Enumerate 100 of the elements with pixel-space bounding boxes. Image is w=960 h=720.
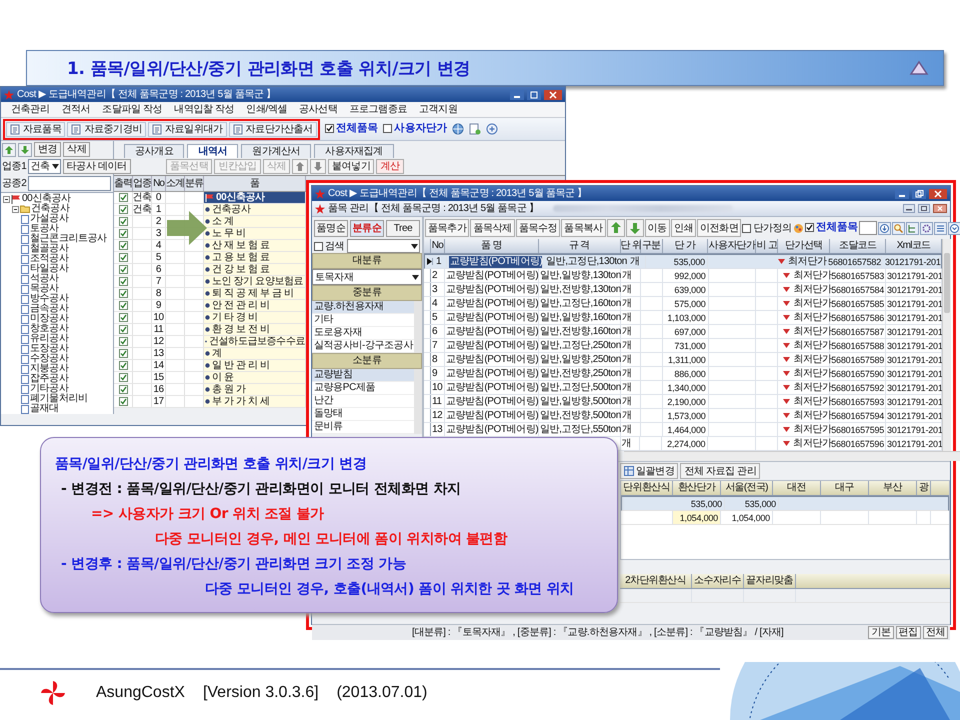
table-row[interactable]: 2 교량받침(POT베어링)일반,일방향,130ton개 992,000 최저단가56801657583 30121791-201 [424, 269, 942, 283]
checkbox[interactable] [118, 241, 128, 250]
tree-item[interactable]: 골재대 [30, 404, 59, 414]
price-choice-dropdown[interactable]: 최저단가 [779, 340, 832, 352]
list-item[interactable]: 도로용자재 [312, 327, 414, 340]
maximize-icon[interactable] [527, 90, 541, 100]
tree-item[interactable]: 유리공사 [30, 334, 68, 344]
price-choice-dropdown[interactable]: 최저단가 [779, 312, 832, 324]
list-icon[interactable] [934, 222, 948, 234]
table-row[interactable]: 1,054,000 1,054,000 [621, 511, 949, 525]
view-button[interactable]: 전체 [922, 626, 948, 639]
tab[interactable]: 원가계산서 [241, 144, 312, 158]
checkbox-option[interactable]: 전체품목 [804, 222, 858, 234]
list-item[interactable]: 교량.하천용자재 [312, 301, 414, 314]
sort-tab[interactable]: 분류순 [350, 220, 384, 236]
checkbox[interactable] [742, 224, 752, 232]
scrollbar[interactable] [624, 451, 960, 461]
grid-button[interactable]: 붙여넣기 [328, 159, 374, 174]
sort-tab[interactable]: 품명순 [314, 220, 348, 236]
toolbar-button[interactable]: 품목추가 [425, 219, 470, 237]
name-cell[interactable]: 이 윤 [204, 372, 306, 383]
close-icon[interactable] [929, 188, 947, 198]
toolbar-button[interactable]: 이전화면 [697, 219, 742, 237]
list-item[interactable]: 기타 [312, 314, 414, 327]
checkbox[interactable] [324, 124, 334, 134]
add-page-icon[interactable] [469, 123, 482, 135]
menu-item[interactable]: 공사선택 [298, 104, 338, 115]
tree-icon[interactable] [906, 222, 920, 234]
price-choice-dropdown[interactable]: 최저단가 [779, 326, 832, 338]
tree-item[interactable]: 기타공사 [30, 384, 68, 394]
checkbox-option[interactable]: 단가정의 [742, 222, 792, 234]
checkbox[interactable] [118, 385, 128, 394]
down-circle-icon[interactable] [878, 222, 892, 234]
view-button[interactable]: 편집 [896, 626, 921, 639]
tree-item[interactable]: 건축공사 [31, 204, 70, 214]
list-item[interactable]: 교량용PC제품 [312, 382, 414, 395]
down-arrow-button[interactable] [626, 219, 644, 237]
table-row[interactable]: 8 교량받침(POT베어링)일반,일방향,250ton개 1,311,000 최저단가56801657589 30121791-201 [424, 353, 942, 367]
name-cell[interactable]: 계 [204, 348, 306, 359]
tab[interactable]: 일괄변경 [620, 463, 678, 479]
table-row[interactable]: 12 교량받침(POT베어링)일반,전방향,500ton개 1,573,000 최저단가56801657594 30121791-201 [424, 409, 942, 423]
name-cell[interactable]: 소 계 [204, 216, 306, 227]
name-cell[interactable]: 퇴 직 공 제 부 금 비 [204, 288, 306, 299]
name-cell[interactable]: 환 경 보 전 비 [204, 324, 306, 335]
price-choice-dropdown[interactable]: 최저단가 [779, 382, 832, 394]
tab[interactable]: 공사개요 [124, 144, 184, 158]
tree-item[interactable]: 폐기물처리비 [30, 394, 88, 404]
price-choice-dropdown[interactable]: 최저단가 [779, 354, 832, 366]
menu-item[interactable]: 견적서 [61, 104, 90, 115]
scrollbar[interactable] [942, 239, 951, 451]
checkbox[interactable] [383, 124, 392, 134]
tree-item[interactable]: 창호공사 [30, 324, 68, 334]
tree-item[interactable]: 석공사 [30, 274, 59, 284]
close-icon[interactable] [933, 204, 947, 213]
minimize-icon[interactable] [903, 204, 915, 213]
toggle-icon[interactable] [3, 196, 10, 202]
tree-item[interactable]: 철골공사 [30, 244, 68, 254]
toolbar-button[interactable]: 인쇄 [670, 219, 696, 237]
checkbox[interactable] [804, 223, 814, 232]
checkbox[interactable] [118, 217, 128, 226]
palette-icon[interactable] [792, 222, 804, 234]
down-arrow-button[interactable] [18, 142, 32, 156]
tree-item[interactable]: 토공사 [30, 224, 59, 234]
dropdown[interactable]: 토목자재 [312, 269, 422, 285]
table-row[interactable]: 6 교량받침(POT베어링)일반,전방향,160ton개 697,000 최저단가56801657587 30121791-201 [424, 325, 942, 339]
tree-item[interactable]: 미장공사 [30, 314, 68, 324]
checkbox[interactable] [118, 313, 128, 322]
tree-item[interactable]: 가설공사 [30, 214, 68, 224]
checkbox[interactable] [118, 349, 128, 358]
price-choice-dropdown[interactable]: 최저단가 [779, 298, 832, 310]
menu-item[interactable]: 내역입찰 작성 [174, 104, 234, 115]
tree-item[interactable]: 잡주공사 [30, 374, 68, 384]
price-choice-dropdown[interactable]: 최저단가 [779, 284, 832, 296]
name-cell[interactable]: 노 무 비 [204, 228, 306, 239]
table-row[interactable]: 5 교량받침(POT베어링)일반,일방향,160ton개 1,103,000 최저단가56801657586 30121791-201 [424, 311, 942, 325]
dropdown[interactable]: 건축 [28, 159, 61, 174]
name-cell[interactable]: 총 원 가 [204, 384, 306, 395]
table-row[interactable]: 9 교량받침(POT베어링)일반,전방향,250ton개 886,000 최저단가56801657590 30121791-201 [424, 367, 942, 381]
grid-button[interactable]: 계산 [376, 159, 404, 174]
search-icon[interactable] [892, 222, 906, 234]
toolbar-button[interactable]: 품목삭제 [470, 219, 515, 237]
chevron-circle-icon[interactable] [948, 222, 960, 234]
menu-item[interactable]: 인쇄/엑셀 [246, 104, 287, 115]
name-cell[interactable]: 기 타 경 비 [204, 312, 306, 323]
checkbox[interactable] [118, 205, 128, 214]
menu-item[interactable]: 고객지원 [418, 104, 458, 115]
checkbox[interactable] [118, 325, 128, 334]
name-cell[interactable]: 일 반 관 리 비 [204, 360, 306, 371]
name-cell[interactable]: 건축공사 [204, 204, 306, 215]
toolbar-button[interactable]: 품목복사 [561, 219, 606, 237]
table-row[interactable]: 10 교량받침(POT베어링)일반,고정단,500ton개 1,340,000 최저단가56801657592 30121791-201 [424, 381, 942, 395]
side-button[interactable]: 삭제 [63, 142, 90, 157]
price-choice-dropdown[interactable]: 최저단가 [774, 256, 827, 268]
toolbar-button[interactable]: 자료단가산출서 [228, 122, 317, 136]
price-choice-dropdown[interactable]: 최저단가 [779, 396, 832, 408]
tree-item[interactable]: 수장공사 [30, 354, 68, 364]
toolbar-button[interactable]: 자료중기경비 [67, 122, 146, 136]
globe-icon[interactable] [452, 123, 464, 135]
checkbox[interactable] [118, 229, 128, 238]
sort-tab[interactable]: Tree [386, 220, 420, 236]
